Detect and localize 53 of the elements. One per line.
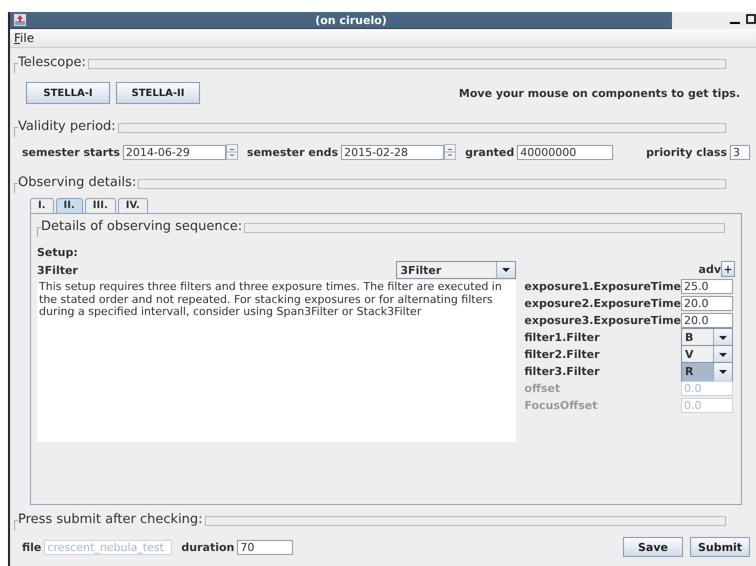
parameter-label: filter3.Filter	[524, 365, 600, 378]
section-title: Details of observing sequence:	[41, 218, 244, 236]
field-label: file	[22, 540, 42, 554]
filter-dropdown[interactable]: R	[681, 362, 733, 382]
section-title: Validity period:	[18, 118, 117, 136]
tab[interactable]: II.	[56, 198, 83, 213]
parameter-field[interactable]: 20.0	[681, 313, 733, 328]
caret-icon[interactable]	[713, 362, 732, 380]
setup-label: Setup:	[37, 246, 79, 259]
hint-text: Move your mouse on components to get tips.	[458, 86, 740, 100]
tab[interactable]: III.	[84, 198, 116, 213]
parameter-label: exposure2.ExposureTime	[524, 297, 681, 310]
parameter-label: exposure1.ExposureTime	[524, 280, 681, 293]
field-label: granted	[465, 146, 514, 158]
section-title: Observing details:	[18, 174, 138, 192]
telescope-button[interactable]: STELLA-I	[26, 82, 110, 104]
telescope-button[interactable]: STELLA-II	[116, 82, 200, 104]
parameter-label: offset	[524, 382, 560, 395]
field-label: semester starts	[22, 146, 120, 158]
window-title: (on ciruelo)	[314, 14, 388, 26]
spinner-arrows-icon[interactable]	[444, 144, 456, 160]
setup-name: 3Filter	[37, 264, 78, 276]
caret-icon[interactable]	[496, 262, 516, 278]
date-field[interactable]: 2014-06-29	[122, 144, 226, 160]
text-field[interactable]: 70	[237, 540, 294, 554]
parameter-label: FocusOffset	[524, 399, 598, 412]
expand-button[interactable]: +	[721, 261, 735, 277]
parameter-label: exposure3.ExposureTime	[524, 314, 681, 327]
priority-field[interactable]: 3	[730, 144, 750, 160]
maximize-icon[interactable]	[746, 14, 756, 24]
field-label: duration	[181, 540, 234, 554]
date-field[interactable]: 2015-02-28	[341, 144, 444, 160]
setup-dropdown[interactable]: 3Filter	[396, 261, 516, 279]
granted-field[interactable]: 40000000	[517, 144, 614, 160]
caret-icon[interactable]	[713, 346, 732, 364]
parameter-field[interactable]: 20.0	[681, 296, 733, 311]
spinner-arrows-icon[interactable]	[226, 144, 238, 160]
action-button[interactable]: Save	[623, 537, 683, 557]
section-title: Telescope:	[18, 54, 87, 72]
tab[interactable]: I.	[30, 198, 54, 213]
menu-item[interactable]: File	[14, 31, 34, 45]
adv-label: adv	[698, 262, 721, 276]
description-text: This setup requires three filters and three exposure times. The filter are executed in the stated order and not repeated. For stacking exposures or for alternating filters during a specified intervall, consider using Span3Filter or Stack3Filter	[37, 280, 516, 442]
parameter-field[interactable]: 25.0	[681, 279, 733, 294]
caret-icon[interactable]	[713, 328, 732, 346]
action-button[interactable]: Submit	[690, 537, 750, 557]
field-label: semester ends	[246, 146, 338, 158]
parameter-label: filter1.Filter	[524, 331, 600, 344]
tab[interactable]: IV.	[118, 198, 148, 213]
field-label: priority class	[646, 146, 727, 158]
app-icon	[14, 14, 26, 26]
parameter-label: filter2.Filter	[524, 348, 600, 361]
section-title: Press submit after checking:	[18, 511, 204, 529]
